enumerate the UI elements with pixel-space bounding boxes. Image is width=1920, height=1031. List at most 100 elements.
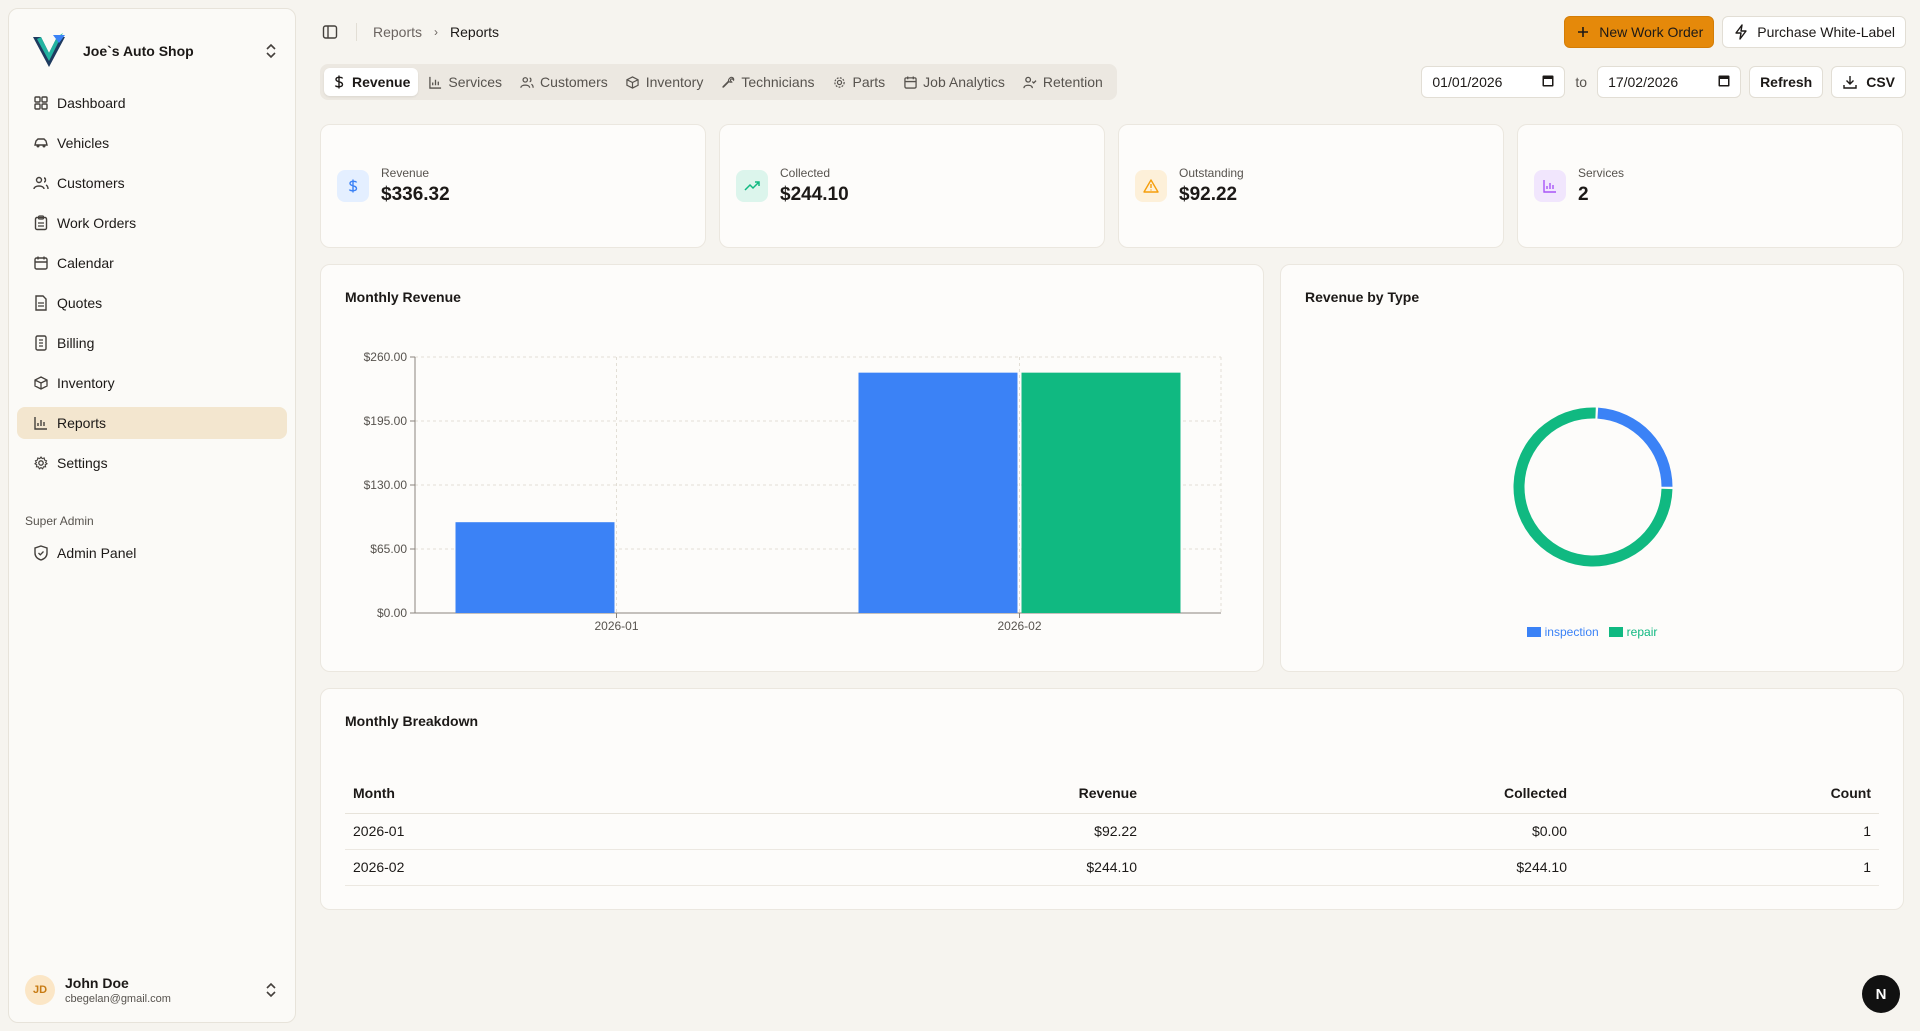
tab-label: Revenue bbox=[352, 74, 411, 90]
floating-n-button[interactable]: N bbox=[1862, 975, 1900, 1013]
refresh-label: Refresh bbox=[1760, 74, 1813, 90]
column-header: Collected bbox=[1145, 773, 1575, 814]
bar-chart-icon bbox=[33, 415, 49, 431]
sidebar-item-inventory[interactable]: Inventory bbox=[17, 367, 287, 399]
stat-value: $92.22 bbox=[1179, 184, 1238, 205]
sidebar-item-label: Reports bbox=[57, 415, 107, 431]
sidebar-item-label: Admin Panel bbox=[57, 545, 137, 561]
admin-nav: Admin Panel bbox=[17, 537, 287, 577]
stat-label: Outstanding bbox=[1179, 166, 1244, 180]
stat-label: Services bbox=[1578, 166, 1625, 180]
stat-label: Revenue bbox=[381, 166, 430, 180]
sidebar-item-customers[interactable]: Customers bbox=[17, 167, 287, 199]
new-work-order-button[interactable]: New Work Order bbox=[1564, 16, 1715, 48]
users-icon bbox=[520, 75, 534, 89]
chevrons-up-down-icon bbox=[261, 980, 281, 1000]
monthly-revenue-card: Monthly Revenue $0.00 $65.00 $130.00 $195.0… bbox=[320, 264, 1264, 672]
wrench-icon bbox=[721, 75, 735, 89]
shop-name: Joe`s Auto Shop bbox=[83, 43, 194, 59]
tab-inventory[interactable]: Inventory bbox=[618, 68, 712, 96]
receipt-icon bbox=[33, 335, 49, 351]
calendar-icon bbox=[903, 75, 917, 89]
tab-label: Services bbox=[448, 74, 503, 90]
y-tick-label: $130.00 bbox=[364, 478, 408, 492]
tab-revenue[interactable]: Revenue bbox=[324, 68, 419, 96]
y-tick-label: $0.00 bbox=[377, 606, 407, 620]
report-tabs: Revenue Services Customers Inventory Tec… bbox=[320, 64, 1117, 100]
csv-export-button[interactable]: CSV bbox=[1831, 66, 1906, 98]
table-header-row: Month Revenue Collected Count bbox=[345, 773, 1879, 814]
bar bbox=[858, 372, 1018, 613]
refresh-button[interactable]: Refresh bbox=[1749, 66, 1824, 98]
sidebar-item-vehicles[interactable]: Vehicles bbox=[17, 127, 287, 159]
cell-month: 2026-02 bbox=[345, 849, 825, 886]
dollar-icon bbox=[332, 75, 346, 89]
cog-icon bbox=[832, 75, 846, 89]
tab-label: Technicians bbox=[741, 74, 815, 90]
tab-job-analytics[interactable]: Job Analytics bbox=[895, 68, 1013, 96]
end-date-input[interactable]: 17/02/2026 bbox=[1597, 66, 1742, 98]
avatar: JD bbox=[25, 975, 55, 1005]
revenue-by-type-chart bbox=[1513, 407, 1673, 567]
clipboard-icon bbox=[33, 215, 49, 231]
file-icon bbox=[33, 295, 49, 311]
sidebar-item-reports[interactable]: Reports bbox=[17, 407, 287, 439]
bar-chart-icon bbox=[428, 75, 442, 89]
sidebar-item-admin-panel[interactable]: Admin Panel bbox=[17, 537, 287, 569]
legend-item-inspection: inspection bbox=[1526, 625, 1599, 639]
tab-label: Customers bbox=[540, 74, 608, 90]
purchase-white-label-button[interactable]: Purchase White-Label bbox=[1722, 16, 1906, 48]
user-name: John Doe bbox=[65, 975, 129, 991]
user-info: John Doe cbegelan@gmail.com bbox=[65, 975, 261, 1005]
tab-technicians[interactable]: Technicians bbox=[713, 68, 822, 96]
sidebar-item-billing[interactable]: Billing bbox=[17, 327, 287, 359]
chevrons-up-down-icon bbox=[261, 41, 281, 61]
cell-month: 2026-01 bbox=[345, 813, 825, 850]
stat-card-services: Services 2 bbox=[1517, 124, 1903, 248]
sidebar-item-work-orders[interactable]: Work Orders bbox=[17, 207, 287, 239]
sidebar-item-label: Settings bbox=[57, 455, 108, 471]
to-label: to bbox=[1575, 74, 1588, 90]
csv-label: CSV bbox=[1866, 74, 1895, 90]
breadcrumb-reports-link[interactable]: Reports bbox=[373, 24, 422, 40]
stat-value: 2 bbox=[1578, 184, 1589, 205]
sidebar-item-label: Inventory bbox=[57, 375, 115, 391]
sidebar-item-label: Vehicles bbox=[57, 135, 110, 151]
tab-customers[interactable]: Customers bbox=[512, 68, 616, 96]
tab-services[interactable]: Services bbox=[420, 68, 510, 96]
date-filter-row: 01/01/2026 to 17/02/2026 Refresh CSV bbox=[1421, 66, 1906, 98]
pie-slice-inspection bbox=[1597, 407, 1673, 487]
column-header: Month bbox=[345, 773, 825, 814]
breadcrumb-current: Reports bbox=[450, 24, 500, 40]
tab-label: Retention bbox=[1042, 74, 1103, 90]
section-label-super-admin: Super Admin bbox=[25, 514, 94, 528]
x-tick-label: 2026-02 bbox=[997, 619, 1041, 633]
divider bbox=[356, 23, 357, 41]
sidebar-item-dashboard[interactable]: Dashboard bbox=[17, 87, 287, 119]
start-date-input[interactable]: 01/01/2026 bbox=[1421, 66, 1566, 98]
alert-triangle-icon bbox=[1135, 170, 1167, 202]
stat-label: Collected bbox=[780, 166, 831, 180]
tab-retention[interactable]: Retention bbox=[1015, 68, 1111, 96]
cell-revenue: $244.10 bbox=[825, 849, 1145, 886]
y-tick-label: $65.00 bbox=[370, 542, 407, 556]
legend-item-repair: repair bbox=[1608, 625, 1657, 639]
sidebar-toggle-icon[interactable] bbox=[320, 22, 340, 42]
sidebar-item-settings[interactable]: Settings bbox=[17, 447, 287, 479]
table-row: 2026-01 $92.22 $0.00 1 bbox=[345, 813, 1879, 850]
package-icon bbox=[33, 375, 49, 391]
plus-icon bbox=[1575, 24, 1591, 40]
sidebar-item-label: Work Orders bbox=[57, 215, 137, 231]
monthly-revenue-chart: $0.00 $65.00 $130.00 $195.00 $260.00 2026-01 2… bbox=[364, 350, 1222, 633]
shop-switcher[interactable]: Joe`s Auto Shop bbox=[27, 23, 281, 79]
sidebar-nav: Dashboard Vehicles Customers Work Orders… bbox=[17, 87, 287, 487]
user-menu[interactable]: JD John Doe cbegelan@gmail.com bbox=[25, 968, 281, 1012]
tab-parts[interactable]: Parts bbox=[824, 68, 893, 96]
sidebar-item-calendar[interactable]: Calendar bbox=[17, 247, 287, 279]
tab-label: Inventory bbox=[645, 74, 704, 90]
sidebar-item-quotes[interactable]: Quotes bbox=[17, 287, 287, 319]
cell-count: 1 bbox=[1575, 849, 1879, 886]
purchase-white-label-label: Purchase White-Label bbox=[1757, 24, 1895, 40]
breakdown-table: Month Revenue Collected Count 2026-01 $9… bbox=[345, 773, 1879, 886]
cell-collected: $244.10 bbox=[1145, 849, 1575, 886]
